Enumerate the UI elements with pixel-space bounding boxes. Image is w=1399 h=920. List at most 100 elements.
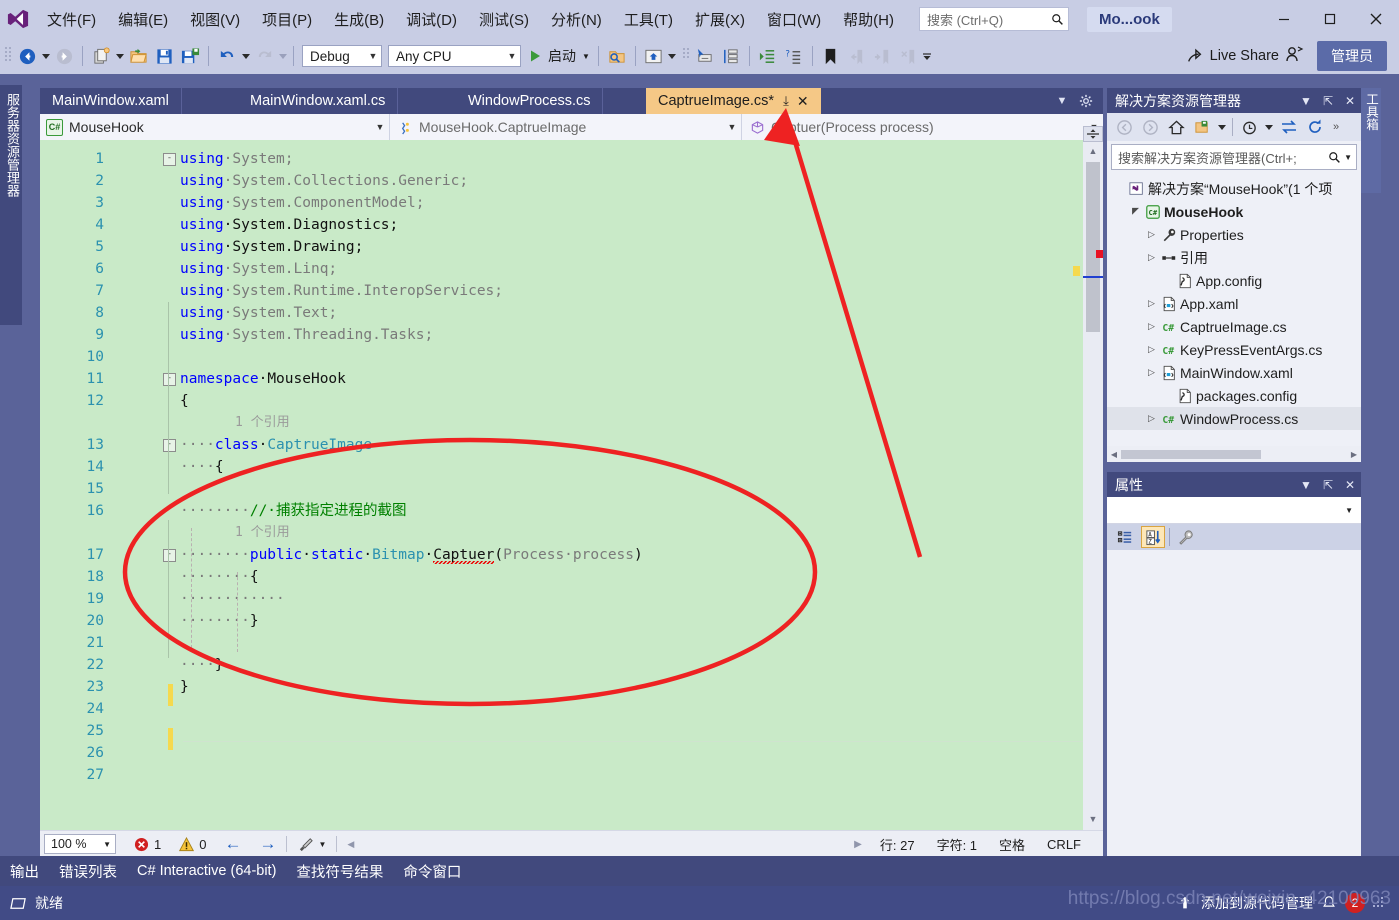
menu-item-8[interactable]: 工具(T)	[613, 0, 684, 38]
save-icon[interactable]	[152, 44, 176, 68]
new-project-icon[interactable]	[89, 44, 113, 68]
select-element-icon[interactable]	[693, 44, 717, 68]
scroll-down-arrow-icon[interactable]: ▼	[1083, 810, 1103, 827]
solution-tree-item[interactable]: ◢C#MouseHook	[1107, 200, 1361, 223]
scrollbar-thumb[interactable]	[1086, 162, 1100, 332]
project-scope-combo[interactable]: C# MouseHook ▼	[40, 114, 390, 140]
new-project-dropdown-icon[interactable]	[114, 44, 125, 68]
editor-vertical-scrollbar[interactable]: ▲ ▼	[1083, 140, 1103, 830]
scroll-up-arrow-icon[interactable]: ▲	[1083, 142, 1103, 159]
account-button[interactable]: 管理员	[1317, 41, 1387, 71]
scroll-right-arrow-icon[interactable]: ▶	[1347, 450, 1361, 459]
editor-tab-0[interactable]: MainWindow.xaml	[40, 88, 182, 114]
undo-icon[interactable]	[215, 44, 239, 68]
solution-horizontal-scrollbar[interactable]: ◀ ▶	[1107, 446, 1361, 462]
solution-tree-item[interactable]: 解决方案“MouseHook”(1 个项	[1107, 177, 1361, 200]
chevron-right-icon[interactable]: ▷	[1145, 252, 1158, 263]
zoom-level-select[interactable]: 100 % ▼	[44, 834, 116, 854]
toolbar-overflow-icon[interactable]: »	[1328, 115, 1344, 139]
sync-with-active-document-icon[interactable]	[1276, 115, 1302, 139]
navigate-forward-arrow-icon[interactable]: →	[259, 834, 276, 854]
collapse-region-icon[interactable]: -	[163, 373, 176, 386]
type-scope-combo[interactable]: MouseHook.CaptrueImage ▼	[390, 114, 742, 140]
categorized-view-icon[interactable]	[1113, 526, 1137, 548]
platform-combo[interactable]: Any CPU ▼	[388, 45, 521, 67]
menu-item-7[interactable]: 分析(N)	[540, 0, 613, 38]
pending-changes-icon[interactable]	[1236, 115, 1262, 139]
solution-tree-item[interactable]: ▷Properties	[1107, 223, 1361, 246]
toolbar-overflow-icon[interactable]	[922, 44, 933, 68]
refresh-icon[interactable]	[1302, 115, 1328, 139]
editor-tab-2[interactable]: WindowProcess.cs	[456, 88, 603, 114]
panel-menu-icon[interactable]: ▼	[1295, 478, 1317, 492]
pin-icon[interactable]: ⇱	[1317, 94, 1339, 108]
menu-item-1[interactable]: 编辑(E)	[107, 0, 179, 38]
chevron-down-icon[interactable]: ▼	[1344, 153, 1352, 162]
menu-item-10[interactable]: 窗口(W)	[756, 0, 832, 38]
hscroll-left-arrow-icon[interactable]: ◀	[347, 839, 354, 850]
warning-count[interactable]: 0	[179, 837, 206, 852]
chevron-right-icon[interactable]: ▷	[1145, 229, 1158, 240]
solution-tree-item[interactable]: ▷App.xaml	[1107, 292, 1361, 315]
preview-window-icon[interactable]	[642, 44, 666, 68]
member-scope-combo[interactable]: Captuer(Process process) ▼	[742, 114, 1103, 140]
pin-icon[interactable]: ⇱	[1317, 478, 1339, 492]
code-editor-surface[interactable]: 1-using·System;2using·System.Collections…	[40, 140, 1103, 830]
show-all-files-icon[interactable]	[1189, 115, 1215, 139]
format-brush-icon[interactable]: ▼	[297, 836, 326, 853]
chevron-right-icon[interactable]: ▷	[1145, 367, 1158, 378]
menu-item-5[interactable]: 调试(D)	[395, 0, 468, 38]
chevron-down-icon[interactable]: ▼	[582, 52, 590, 61]
chevron-right-icon[interactable]: ▷	[1145, 321, 1158, 332]
editor-tab-1[interactable]: MainWindow.xaml.cs	[238, 88, 398, 114]
solution-tree-item[interactable]: packages.config	[1107, 384, 1361, 407]
chevron-down-icon[interactable]: ◢	[1129, 206, 1142, 217]
pending-changes-dropdown-icon[interactable]	[1262, 115, 1276, 139]
hscroll-right-arrow-icon[interactable]: ▶	[854, 839, 862, 850]
maximize-button[interactable]	[1307, 0, 1353, 38]
source-control-text[interactable]: 添加到源代码管理	[1201, 893, 1313, 913]
menu-item-0[interactable]: 文件(F)	[36, 0, 107, 38]
menu-item-3[interactable]: 项目(P)	[251, 0, 323, 38]
alphabetical-view-icon[interactable]: AZ	[1141, 526, 1165, 548]
close-icon[interactable]: ✕	[1339, 478, 1361, 492]
bottom-panel-tab-0[interactable]: 输出	[0, 861, 49, 882]
solution-search-input[interactable]: 搜索解决方案资源管理器(Ctrl+; ▼	[1111, 144, 1357, 170]
menu-item-2[interactable]: 视图(V)	[179, 0, 251, 38]
toolbar-grip[interactable]	[682, 46, 692, 66]
navigate-backward-dropdown-icon[interactable]	[40, 44, 51, 68]
send-feedback-icon[interactable]	[1284, 44, 1304, 69]
comment-icon[interactable]: ?	[782, 44, 806, 68]
configuration-combo[interactable]: Debug ▼	[302, 45, 382, 67]
tab-options-gear-icon[interactable]	[1075, 88, 1097, 114]
panel-menu-icon[interactable]: ▼	[1295, 94, 1317, 108]
active-files-dropdown-icon[interactable]: ▼	[1051, 88, 1073, 114]
solution-tree-item[interactable]: ▷引用	[1107, 246, 1361, 269]
start-debug-button[interactable]: 启动 ▼	[524, 44, 593, 68]
navigate-backward-icon[interactable]	[15, 44, 39, 68]
close-icon[interactable]: ✕	[1339, 94, 1361, 108]
minimize-button[interactable]	[1261, 0, 1307, 38]
chevron-right-icon[interactable]: ▷	[1145, 344, 1158, 355]
navigate-back-arrow-icon[interactable]: ←	[224, 834, 241, 854]
menu-item-4[interactable]: 生成(B)	[323, 0, 395, 38]
home-icon[interactable]	[1163, 115, 1189, 139]
solution-tree-item[interactable]: ▷C#CaptrueImage.cs	[1107, 315, 1361, 338]
menu-item-6[interactable]: 测试(S)	[468, 0, 540, 38]
chevron-right-icon[interactable]: ▷	[1145, 298, 1158, 309]
properties-view-icon[interactable]	[1174, 526, 1198, 548]
chevron-right-icon[interactable]: ▷	[1145, 413, 1158, 424]
editor-tab-3[interactable]: CaptrueImage.cs*⤓✕	[646, 88, 821, 114]
solution-tree-item[interactable]: ▷MainWindow.xaml	[1107, 361, 1361, 384]
show-all-files-dropdown-icon[interactable]	[1215, 115, 1229, 139]
collapse-region-icon[interactable]: -	[163, 439, 176, 452]
close-button[interactable]	[1353, 0, 1399, 38]
bottom-panel-tab-1[interactable]: 错误列表	[49, 861, 127, 882]
undo-dropdown-icon[interactable]	[240, 44, 251, 68]
codelens-reference-hint[interactable]: 1 个引用	[235, 412, 290, 434]
attach-to-process-icon[interactable]	[605, 44, 629, 68]
solution-tree-item[interactable]: ▷C#WindowProcess.cs	[1107, 407, 1361, 430]
error-count[interactable]: 1	[134, 837, 161, 852]
server-explorer-tab[interactable]: 服务器资源管理器	[0, 85, 22, 325]
properties-object-combo[interactable]: ▼	[1107, 497, 1361, 524]
